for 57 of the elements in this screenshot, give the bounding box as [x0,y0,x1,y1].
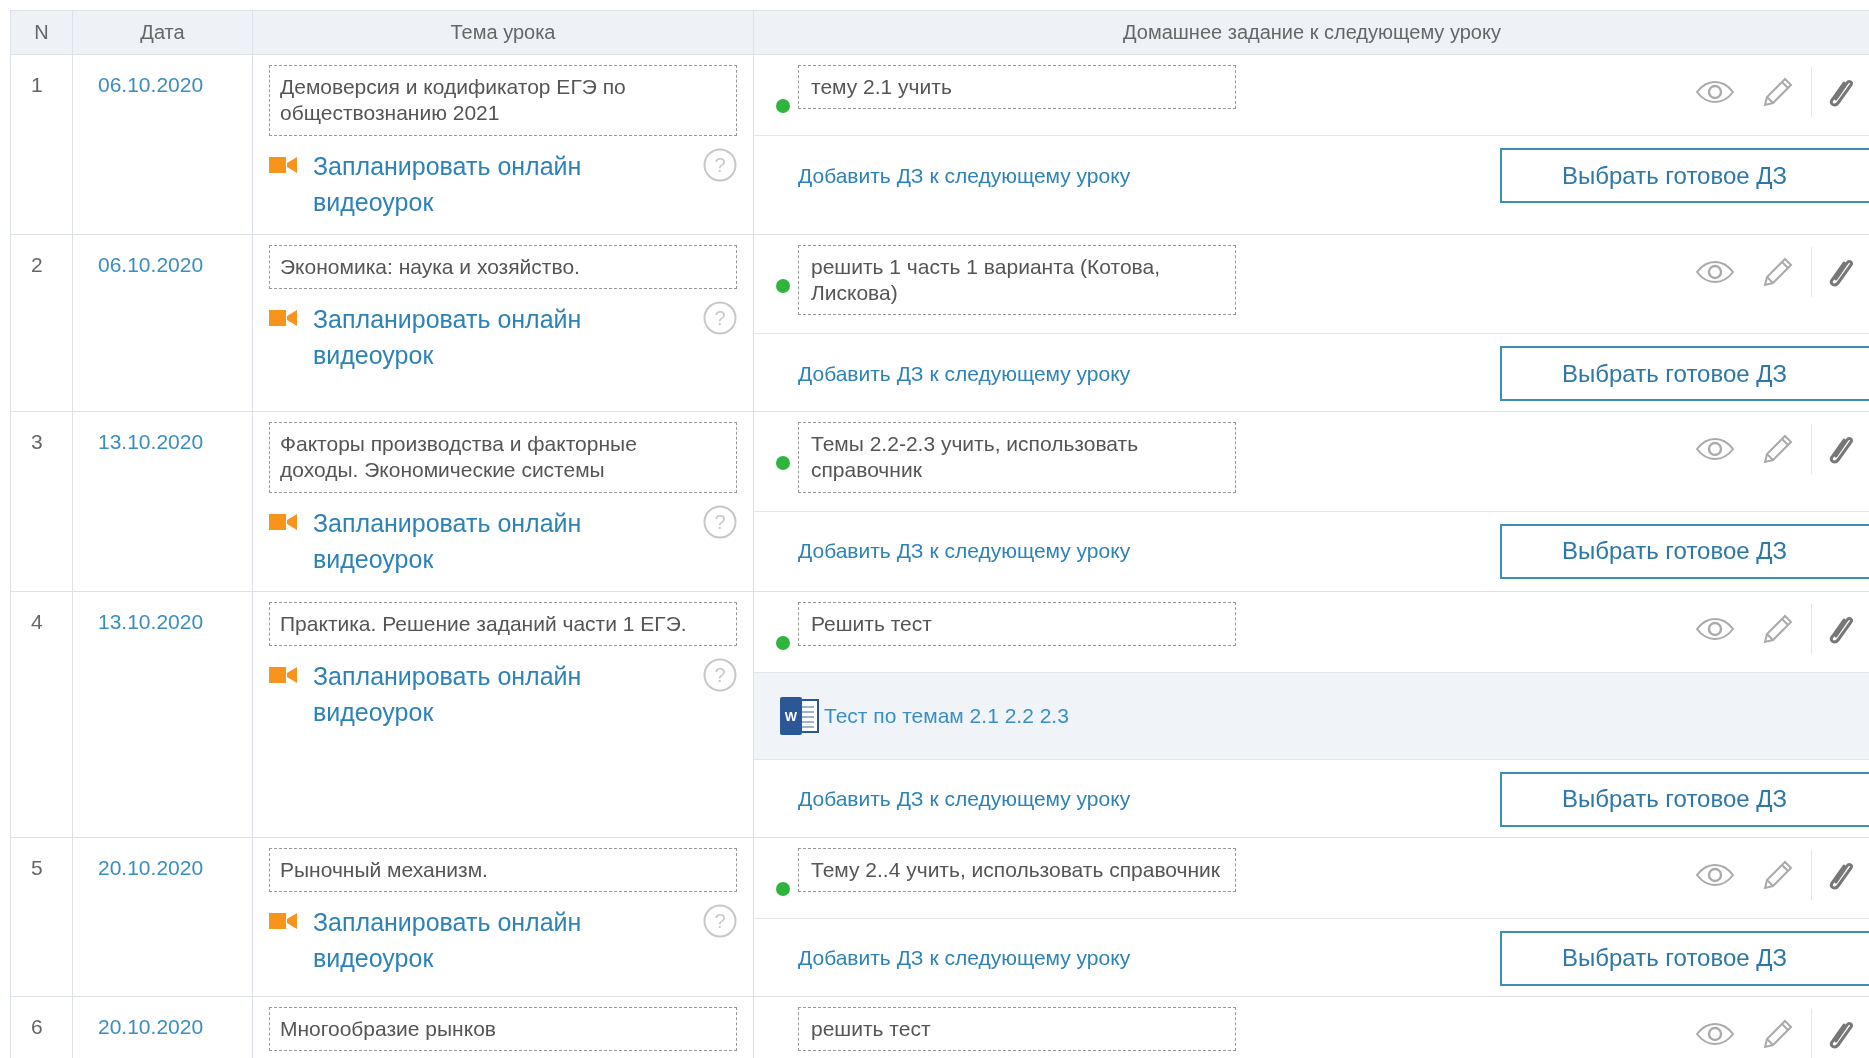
video-camera-icon [269,911,297,930]
add-homework-link[interactable]: Добавить ДЗ к следующему уроку [798,361,1131,386]
date-link[interactable]: 06.10.2020 [98,252,204,276]
view-icon[interactable] [1695,616,1735,641]
date-link[interactable]: 13.10.2020 [98,609,204,633]
schedule-video-link[interactable]: Запланировать онлайн видеоурок [313,504,643,577]
topic-field[interactable]: Факторы производства и факторные доходы. Экономические системы [269,422,737,493]
add-homework-link[interactable]: Добавить ДЗ к следующему уроку [798,787,1131,811]
homework-field[interactable]: Темы 2.2-2.3 учить, использовать справочник [798,422,1236,493]
topic-field[interactable]: Экономика: наука и хозяйство. [269,244,737,289]
homework-field[interactable]: Решить тест [798,601,1236,646]
video-camera-icon [269,308,297,327]
schedule-video-link[interactable]: Запланировать онлайн видеоурок [313,903,643,976]
row-number: 5 [31,855,43,879]
homework-field[interactable]: тему 2.1 учить [798,65,1236,110]
row-number: 6 [31,1014,43,1038]
homework-field[interactable]: решить 1 часть 1 варианта (Котова, Лискова) [798,244,1236,315]
video-camera-icon [269,155,297,174]
homework-field[interactable]: Тему 2..4 учить, использовать справочник [798,847,1236,892]
choose-homework-button[interactable]: Выбрать готовое ДЗ [1500,523,1869,579]
topic-field[interactable]: Рыночный механизм. [269,847,737,892]
row-number: 2 [31,252,43,276]
column-header: Дата [73,11,253,54]
schedule-video-link[interactable]: Запланировать онлайн видеоурок [313,147,643,220]
row-number: 3 [31,430,43,453]
schedule-video-link[interactable]: Запланировать онлайн видеоурок [313,300,643,373]
choose-homework-button[interactable]: Выбрать готовое ДЗ [1500,771,1869,827]
view-icon[interactable] [1695,862,1735,887]
column-header: Тема урока [253,11,754,54]
add-homework-link[interactable]: Добавить ДЗ к следующему уроку [798,946,1131,970]
choose-homework-button[interactable]: Выбрать готовое ДЗ [1500,148,1869,203]
row-number: 4 [31,609,43,633]
video-camera-icon [269,665,297,684]
topic-field[interactable]: Многообразие рынков [269,1006,737,1051]
column-header: Домашнее задание к следующему уроку [1122,20,1502,45]
topic-field[interactable]: Практика. Решение заданий части 1 ЕГЭ. [269,601,737,646]
pencil-icon[interactable] [1761,75,1795,109]
topic-field[interactable]: Демоверсия и кодификатор ЕГЭ по обществознанию 2021 [269,65,737,136]
view-icon[interactable] [1695,80,1735,104]
view-icon[interactable] [1695,1021,1735,1046]
column-header: N [11,11,73,54]
pencil-icon[interactable] [1761,432,1795,466]
view-icon[interactable] [1695,259,1735,284]
video-camera-icon [269,512,297,531]
choose-homework-button[interactable]: Выбрать готовое ДЗ [1500,930,1869,986]
date-link[interactable]: 20.10.2020 [98,855,204,879]
add-homework-link[interactable]: Добавить ДЗ к следующему уроку [798,163,1131,188]
homework-field[interactable]: решить тест [798,1006,1236,1051]
add-homework-link[interactable]: Добавить ДЗ к следующему уроку [798,539,1131,563]
date-link[interactable]: 13.10.2020 [98,430,204,453]
schedule-video-link[interactable]: Запланировать онлайн видеоурок [313,657,643,730]
choose-homework-button[interactable]: Выбрать готовое ДЗ [1500,346,1869,401]
date-link[interactable]: 20.10.2020 [98,1014,204,1038]
attachment-link[interactable]: Тест по темам 2.1 2.2 2.3 [824,703,1069,728]
view-icon[interactable] [1695,437,1735,461]
row-number: 1 [31,73,43,96]
date-link[interactable]: 06.10.2020 [98,73,204,96]
